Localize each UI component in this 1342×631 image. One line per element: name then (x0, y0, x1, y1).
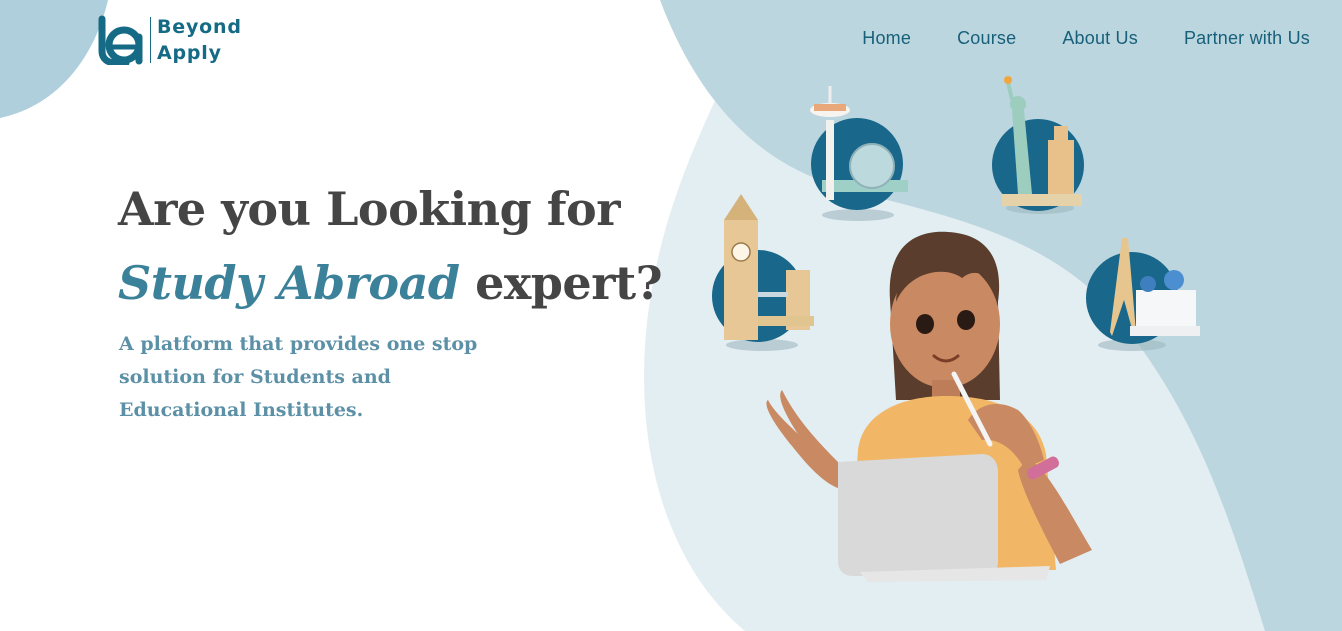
corner-blob (0, 0, 108, 118)
nav-course[interactable]: Course (957, 28, 1016, 49)
space-needle-icon (810, 86, 908, 221)
hero-title-rest: expert? (459, 256, 663, 310)
hero-title: Are you Looking for Study Abroad expert? (118, 172, 663, 320)
beyond-apply-logo-icon (98, 15, 143, 65)
logo-divider (150, 17, 151, 63)
main-nav: Home Course About Us Partner with Us (862, 28, 1310, 49)
eiffel-tower-icon (1086, 238, 1200, 351)
statue-of-liberty-icon (992, 76, 1084, 214)
hero-illustration (700, 70, 1220, 590)
nav-partner-with-us[interactable]: Partner with Us (1184, 28, 1310, 49)
big-ben-icon (712, 194, 814, 351)
student-with-laptop-icon (766, 231, 1092, 582)
hero-title-line-1: Are you Looking for (118, 182, 620, 236)
nav-home[interactable]: Home (862, 28, 911, 49)
brand-line-2: Apply (157, 42, 222, 64)
nav-about-us[interactable]: About Us (1062, 28, 1138, 49)
brand-logo[interactable]: Beyond Apply (96, 14, 242, 66)
hero-subtitle: A platform that provides one stop soluti… (119, 333, 478, 421)
hero-title-accent: Study Abroad (118, 256, 460, 310)
brand-line-1: Beyond (157, 16, 242, 38)
brand-wordmark: Beyond Apply (157, 14, 242, 66)
